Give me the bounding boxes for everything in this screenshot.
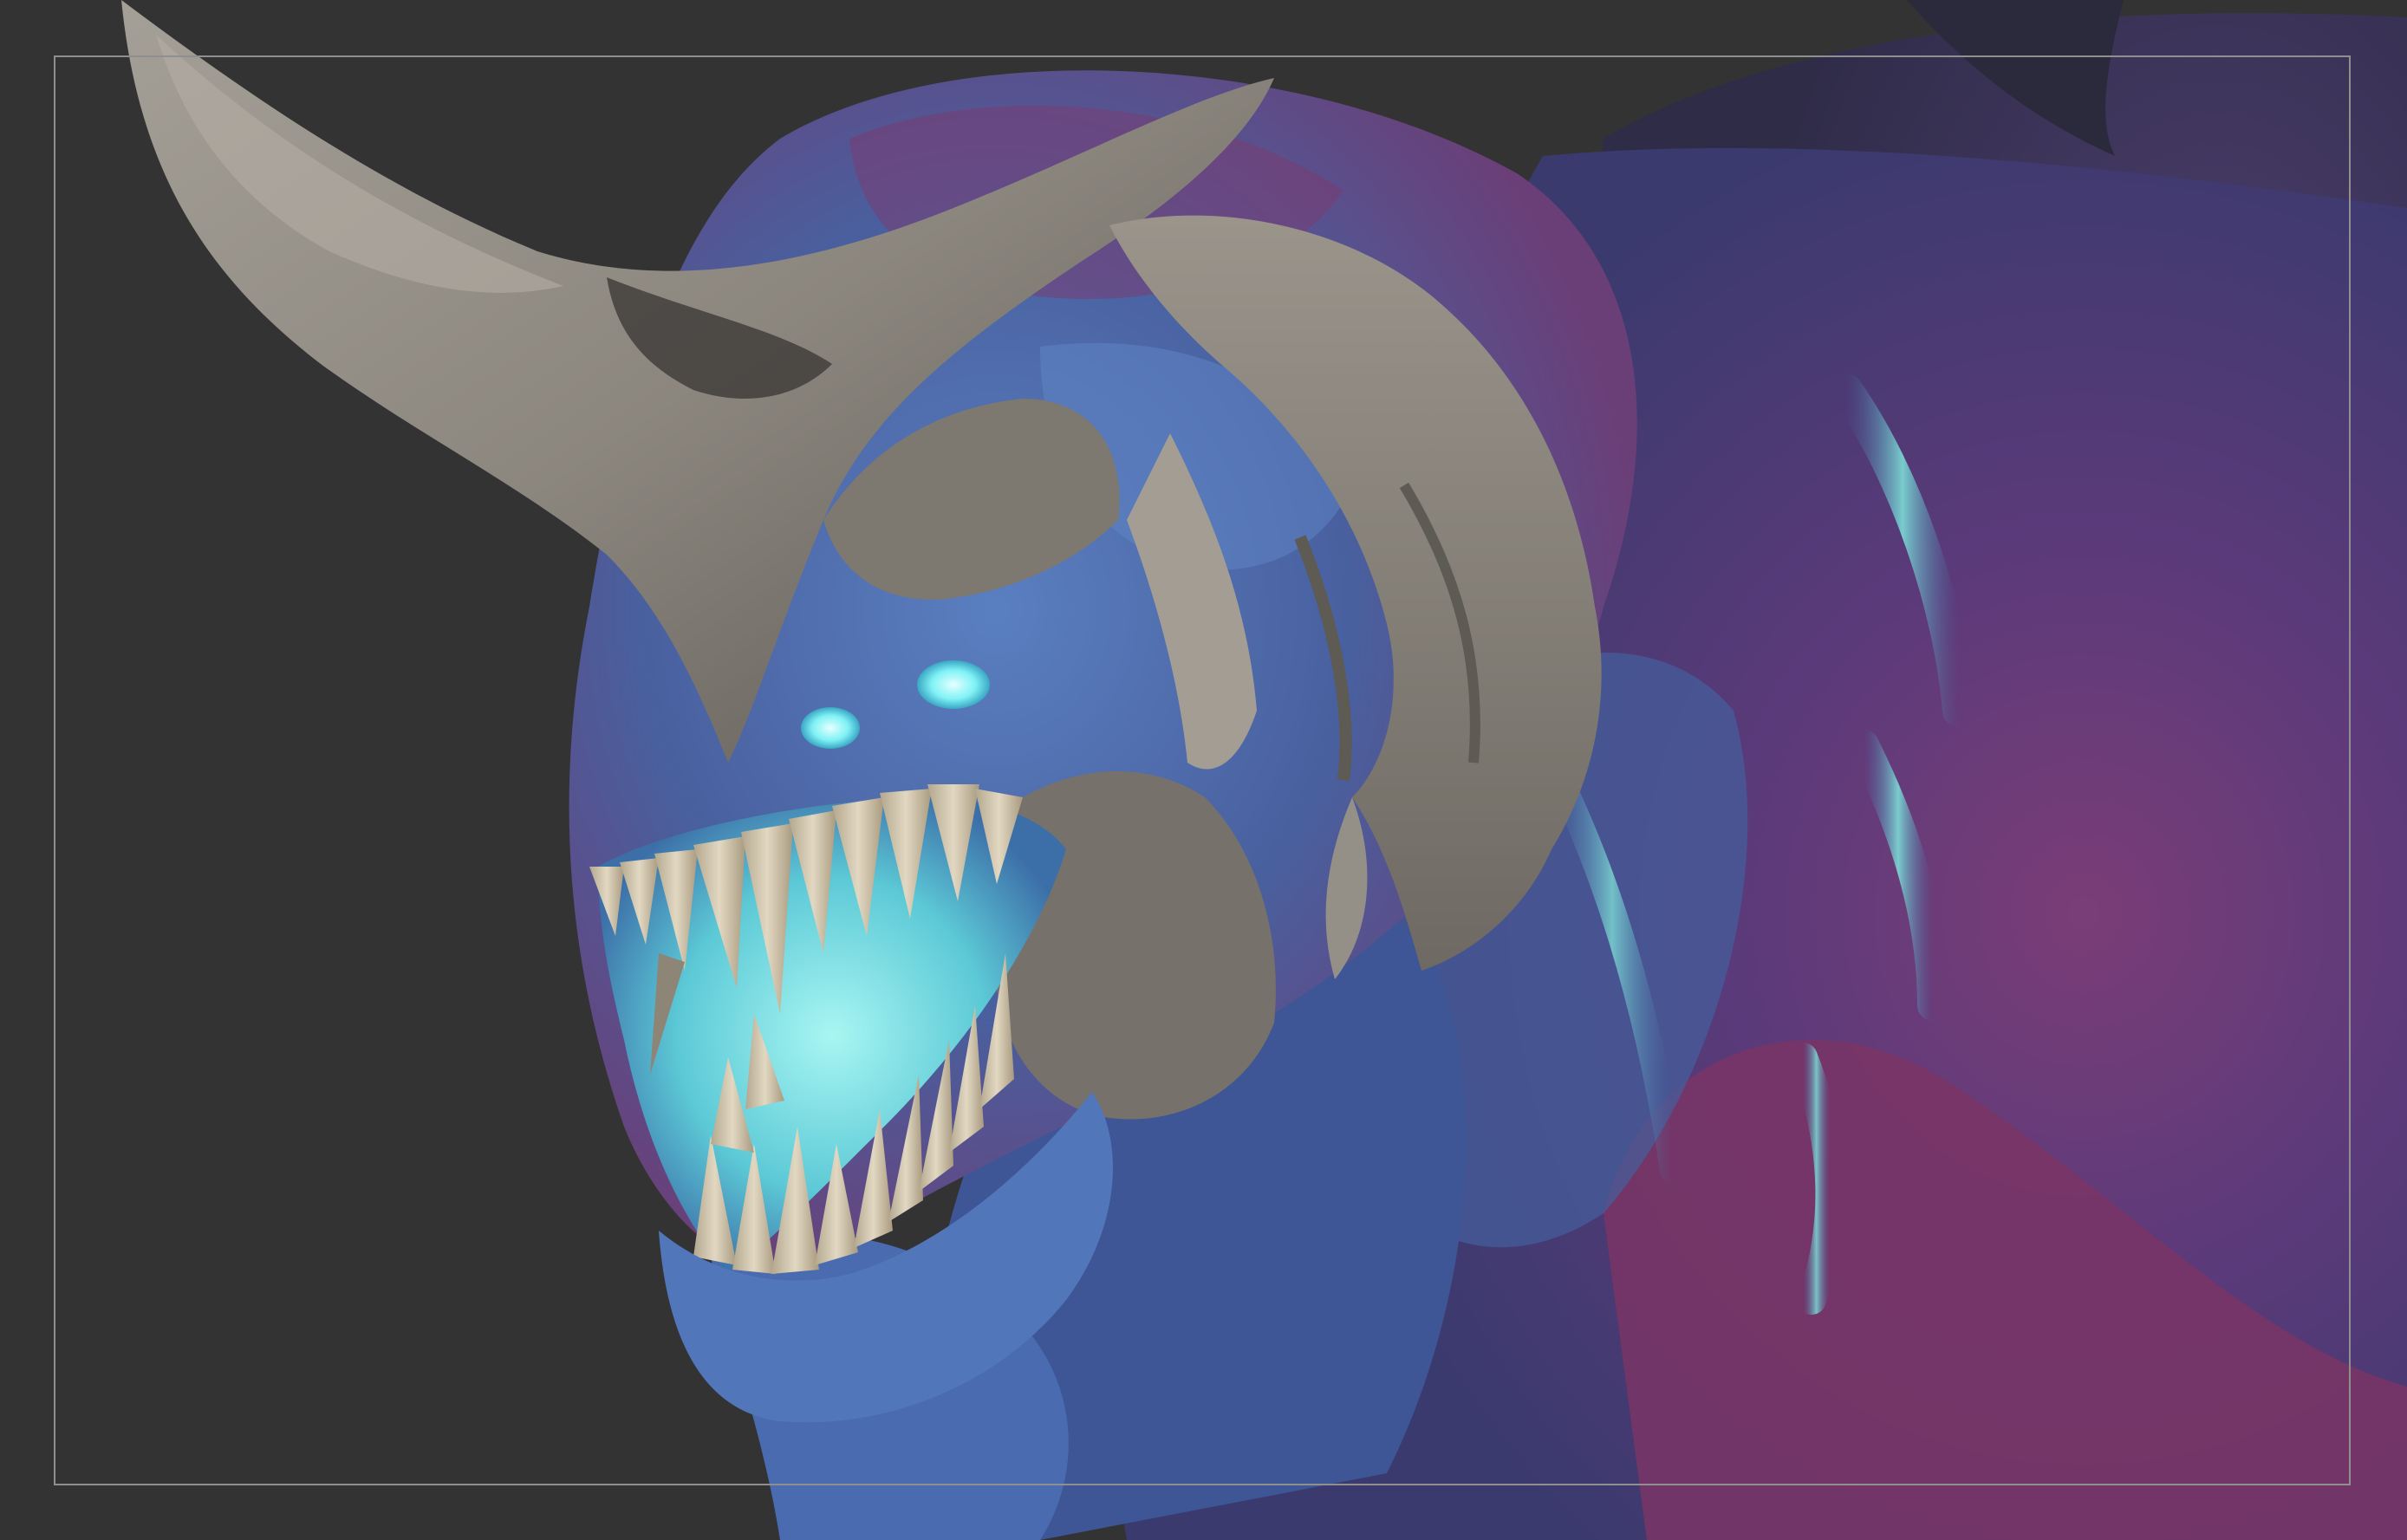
sculpt-viewport[interactable] [0, 0, 2407, 1540]
eye-glow-right [917, 660, 990, 709]
creature-model-render[interactable] [0, 0, 2407, 1540]
eye-glow-left [801, 707, 860, 749]
